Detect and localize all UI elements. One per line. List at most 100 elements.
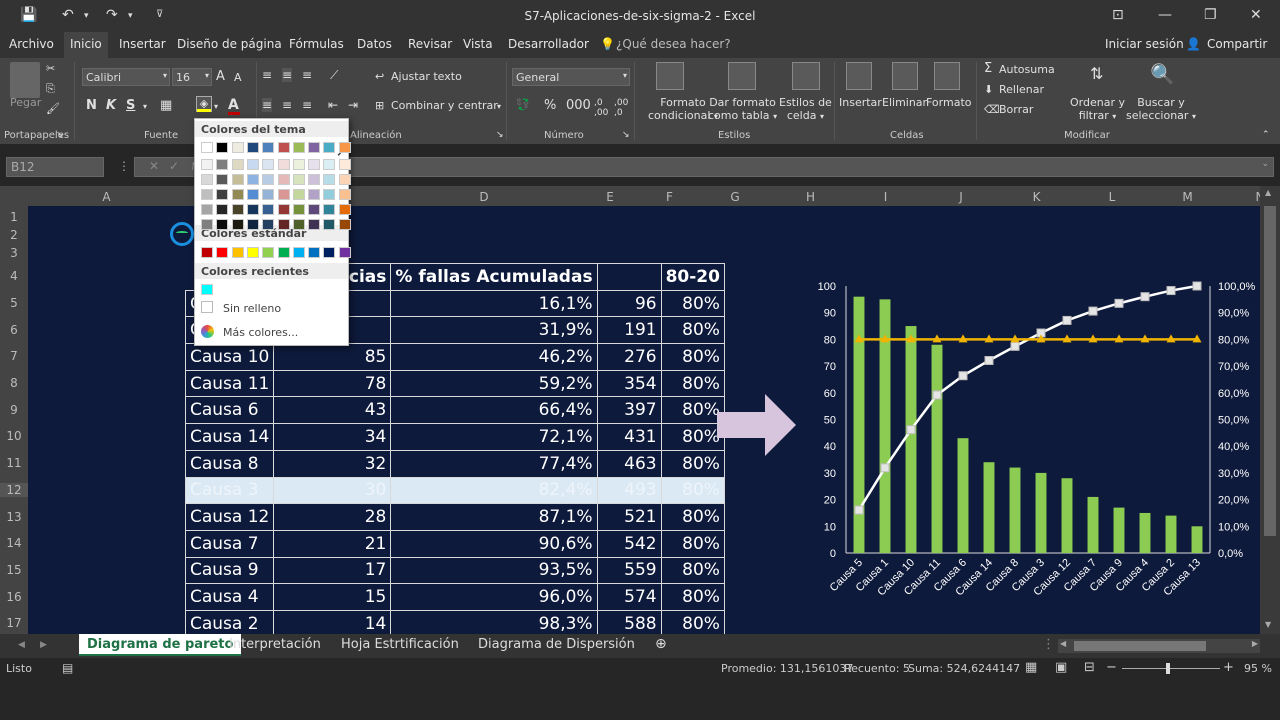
cell-pct-acumulado[interactable]: 98,3% [390, 609, 598, 634]
theme-shade-swatch[interactable] [201, 204, 213, 215]
theme-shade-swatch[interactable] [292, 219, 305, 230]
theme-shade-swatch[interactable] [323, 189, 336, 200]
find-select-button[interactable]: Buscar y seleccionar ▾ [1126, 96, 1196, 122]
conditional-format-icon[interactable] [656, 62, 684, 90]
theme-shade-swatch[interactable] [201, 189, 213, 200]
row-header[interactable]: 7 [0, 349, 28, 363]
format-cells-icon[interactable] [934, 62, 960, 90]
theme-shade-swatch[interactable] [216, 159, 229, 170]
cancel-entry-icon[interactable]: ✕ [149, 159, 159, 173]
theme-shade-swatch[interactable] [246, 189, 259, 200]
hscroll-right-icon[interactable]: ▶ [1252, 639, 1258, 648]
column-header[interactable]: E [578, 190, 642, 204]
cell-causa[interactable]: Causa 10 [184, 343, 275, 371]
standard-color-swatch[interactable] [262, 247, 275, 258]
autosum-button[interactable]: Autosuma [999, 63, 1055, 76]
tab-vista[interactable]: Vista [463, 37, 493, 51]
paste-icon[interactable] [10, 62, 40, 98]
theme-shade-swatch[interactable] [277, 219, 290, 230]
cell-80-20[interactable]: 80% [660, 476, 725, 505]
tab-scroll-left-icon[interactable]: ◀ [18, 640, 25, 650]
theme-shade-swatch[interactable] [308, 159, 321, 170]
theme-shade-swatch[interactable] [216, 189, 229, 200]
theme-shade-swatch[interactable] [338, 219, 351, 230]
chevron-down-icon[interactable]: ▾ [497, 102, 501, 111]
cell-acumulado[interactable]: 542 [596, 529, 662, 558]
theme-shade-swatch[interactable] [231, 219, 244, 230]
cell-acumulado[interactable]: 397 [596, 396, 662, 425]
theme-shade-swatch[interactable] [277, 189, 290, 200]
merge-icon[interactable]: ⊞ [375, 99, 384, 112]
cell-pct-acumulado[interactable]: 90,6% [390, 529, 598, 558]
cell-frequency[interactable]: 78 [273, 369, 392, 398]
fill-down-icon[interactable]: ⬇ [984, 83, 993, 96]
format-painter-icon[interactable]: 🖌 [46, 102, 60, 115]
theme-color-swatch[interactable] [201, 142, 213, 153]
cell-frequency[interactable]: 43 [273, 396, 392, 425]
cell-causa[interactable]: Causa 8 [184, 449, 275, 478]
standard-color-swatch[interactable] [308, 247, 321, 258]
theme-shade-swatch[interactable] [323, 219, 336, 230]
cell-frequency[interactable]: 85 [273, 343, 392, 371]
share-button[interactable]: Compartir [1207, 37, 1267, 51]
confirm-entry-icon[interactable]: ✓ [169, 159, 179, 173]
theme-shade-swatch[interactable] [338, 204, 351, 215]
theme-shade-swatch[interactable] [216, 204, 229, 215]
horizontal-scrollbar[interactable]: ◀ ▶ [1058, 639, 1260, 653]
shrink-font-icon[interactable]: A [234, 71, 242, 84]
table-header-cell[interactable] [596, 263, 662, 291]
cell-pct-acumulado[interactable]: 59,2% [390, 369, 598, 398]
cell-pct-acumulado[interactable]: 93,5% [390, 556, 598, 585]
clear-button[interactable]: Borrar [999, 103, 1033, 116]
sheet-tab-diagrama-pareto[interactable]: Diagrama de pareto [79, 634, 242, 656]
insert-cells-icon[interactable] [846, 62, 872, 90]
theme-color-swatch[interactable] [216, 142, 229, 153]
theme-shade-swatch[interactable] [323, 204, 336, 215]
vertical-scrollbar[interactable]: ▲ ▼ [1260, 186, 1280, 634]
theme-shade-swatch[interactable] [308, 204, 321, 215]
theme-shade-swatch[interactable] [201, 174, 213, 185]
cell-80-20[interactable]: 80% [660, 609, 725, 634]
cell-acumulado[interactable]: 431 [596, 423, 662, 451]
standard-color-swatch[interactable] [216, 247, 229, 258]
standard-color-swatch[interactable] [246, 247, 259, 258]
theme-shade-swatch[interactable] [231, 174, 244, 185]
cell-acumulado[interactable]: 96 [596, 289, 662, 318]
currency-icon[interactable]: 💱 [516, 98, 530, 111]
theme-color-swatch[interactable] [277, 142, 290, 153]
cell-pct-acumulado[interactable]: 16,1% [390, 289, 598, 318]
expand-formula-icon[interactable]: ⌄ [1261, 159, 1269, 169]
standard-color-swatch[interactable] [292, 247, 305, 258]
theme-shade-swatch[interactable] [338, 174, 351, 185]
hscroll-thumb[interactable] [1074, 641, 1206, 651]
column-header[interactable]: H [773, 190, 848, 204]
theme-color-swatch[interactable] [262, 142, 275, 153]
delete-cells-icon[interactable] [892, 62, 918, 90]
theme-shade-swatch[interactable] [246, 219, 259, 230]
cell-acumulado[interactable]: 191 [596, 316, 662, 345]
cell-pct-acumulado[interactable]: 87,1% [390, 503, 598, 531]
standard-color-swatch[interactable] [338, 247, 351, 258]
chevron-down-icon[interactable]: ▾ [143, 102, 147, 111]
cell-acumulado[interactable]: 521 [596, 503, 662, 531]
standard-color-swatch[interactable] [277, 247, 290, 258]
column-header[interactable]: K [999, 190, 1074, 204]
recent-color-swatch[interactable] [201, 284, 213, 295]
theme-color-swatch[interactable] [323, 142, 336, 153]
fill-color-dropdown-icon[interactable]: ▾ [214, 102, 218, 111]
scroll-thumb[interactable] [1264, 206, 1276, 536]
theme-shade-swatch[interactable] [262, 189, 275, 200]
underline-button[interactable]: S [126, 98, 135, 113]
borders-icon[interactable]: ▦ [160, 98, 172, 113]
ribbon-display-icon[interactable]: ⊡ [1112, 7, 1124, 23]
delete-cells-button[interactable]: Eliminar [882, 96, 927, 109]
row-header[interactable]: 3 [0, 246, 28, 260]
table-header-cell[interactable]: 80-20 [660, 263, 725, 291]
standard-color-swatch[interactable] [323, 247, 336, 258]
percent-icon[interactable]: % [544, 98, 556, 113]
cell-80-20[interactable]: 80% [660, 369, 725, 398]
row-header[interactable]: 9 [0, 403, 28, 417]
theme-shade-swatch[interactable] [262, 219, 275, 230]
row-header[interactable]: 10 [0, 429, 28, 443]
theme-shade-swatch[interactable] [201, 159, 213, 170]
